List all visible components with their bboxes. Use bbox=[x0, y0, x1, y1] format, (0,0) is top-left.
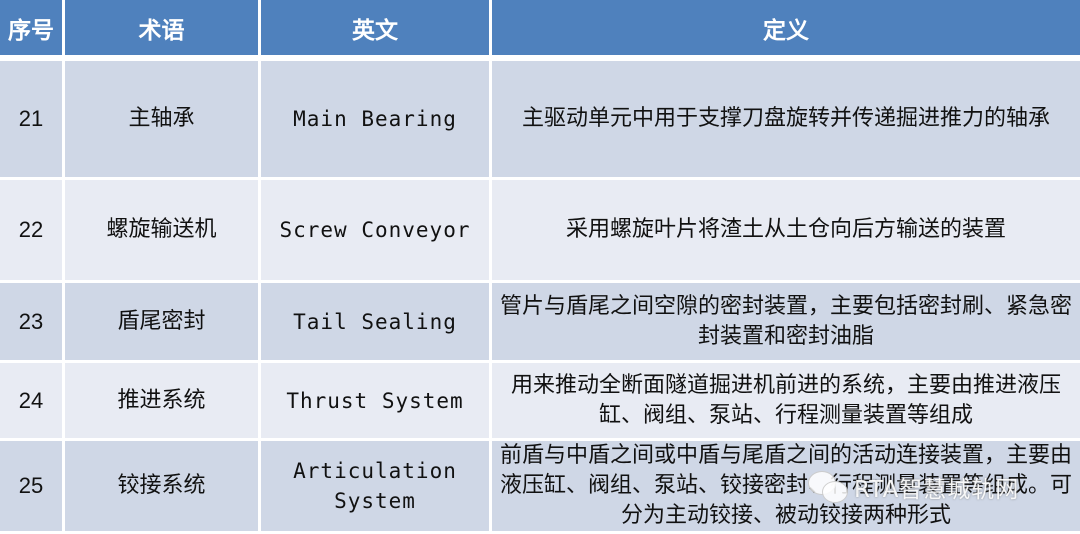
row-term: 螺旋输送机 bbox=[65, 180, 258, 280]
row-number: 24 bbox=[0, 363, 62, 438]
row-definition: 采用螺旋叶片将渣土从土仓向后方输送的装置 bbox=[492, 180, 1080, 280]
table-row: 22 螺旋输送机 Screw Conveyor 采用螺旋叶片将渣土从土仓向后方输… bbox=[0, 180, 1080, 280]
row-term: 主轴承 bbox=[65, 61, 258, 177]
terms-table: 序号 术语 英文 定义 21 主轴承 Main Bearing 主驱动单元中用于… bbox=[0, 0, 1080, 534]
row-term: 推进系统 bbox=[65, 363, 258, 438]
row-term: 铰接系统 bbox=[65, 441, 258, 531]
row-english: Screw Conveyor bbox=[261, 180, 489, 280]
row-english: Tail Sealing bbox=[261, 283, 489, 360]
row-definition: 用来推动全断面隧道掘进机前进的系统，主要由推进液压缸、阀组、泵站、行程测量装置等… bbox=[492, 363, 1080, 438]
row-english: Main Bearing bbox=[261, 61, 489, 177]
row-english: Thrust System bbox=[261, 363, 489, 438]
row-definition: 主驱动单元中用于支撑刀盘旋转并传递掘进推力的轴承 bbox=[492, 61, 1080, 177]
header-number: 序号 bbox=[0, 0, 62, 58]
header-english: 英文 bbox=[261, 0, 489, 58]
row-english: Articulation System bbox=[261, 441, 489, 531]
header-row: 序号 术语 英文 定义 bbox=[0, 0, 1080, 58]
table-row: 21 主轴承 Main Bearing 主驱动单元中用于支撑刀盘旋转并传递掘进推… bbox=[0, 61, 1080, 177]
header-definition: 定义 bbox=[492, 0, 1080, 58]
table-row: 23 盾尾密封 Tail Sealing 管片与盾尾之间空隙的密封装置，主要包括… bbox=[0, 283, 1080, 360]
row-number: 21 bbox=[0, 61, 62, 177]
table-row: 24 推进系统 Thrust System 用来推动全断面隧道掘进机前进的系统，… bbox=[0, 363, 1080, 438]
header-term: 术语 bbox=[65, 0, 258, 58]
table-row: 25 铰接系统 Articulation System 前盾与中盾之间或中盾与尾… bbox=[0, 441, 1080, 531]
row-term: 盾尾密封 bbox=[65, 283, 258, 360]
row-number: 25 bbox=[0, 441, 62, 531]
row-number: 23 bbox=[0, 283, 62, 360]
row-definition: 前盾与中盾之间或中盾与尾盾之间的活动连接装置，主要由液压缸、阀组、泵站、铰接密封… bbox=[492, 441, 1080, 531]
row-number: 22 bbox=[0, 180, 62, 280]
row-definition: 管片与盾尾之间空隙的密封装置，主要包括密封刷、紧急密封装置和密封油脂 bbox=[492, 283, 1080, 360]
